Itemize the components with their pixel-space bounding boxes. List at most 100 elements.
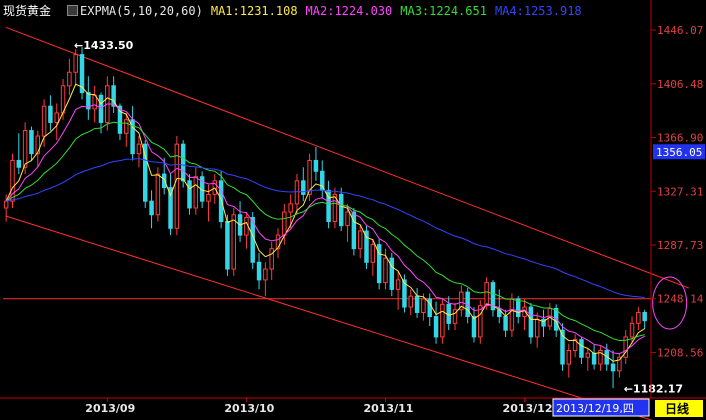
- candle: [345, 203, 350, 242]
- candle: [522, 298, 527, 331]
- candle: [642, 309, 647, 329]
- candle: [598, 346, 603, 371]
- candle-body: [294, 180, 300, 205]
- candle-body: [161, 173, 167, 189]
- candle-body: [98, 94, 104, 123]
- candle: [459, 285, 464, 317]
- candle-body: [29, 130, 34, 155]
- candle: [130, 106, 135, 161]
- candle: [446, 296, 451, 331]
- candle: [357, 225, 363, 259]
- candle: [560, 323, 565, 371]
- candle-body: [35, 135, 41, 155]
- candle: [433, 301, 439, 344]
- x-tick-label: 2013/11: [363, 402, 413, 415]
- candle-body: [433, 316, 439, 338]
- candle: [591, 345, 597, 370]
- channel-lower-line: [6, 215, 653, 420]
- candle: [237, 201, 243, 242]
- cursor-date-label: 2013/12/19,四: [556, 402, 634, 415]
- plot-area[interactable]: [3, 26, 690, 420]
- candle: [263, 262, 268, 297]
- candle-body: [180, 143, 186, 182]
- candle: [48, 95, 53, 131]
- ema-60-line: [6, 158, 645, 299]
- candle: [534, 312, 540, 348]
- candle-body: [282, 211, 287, 236]
- candle-body: [155, 173, 161, 216]
- candle-body: [351, 211, 357, 250]
- candle-body: [389, 257, 395, 290]
- candle-body: [534, 318, 540, 338]
- candle-body: [421, 298, 426, 313]
- candle-body: [41, 105, 47, 137]
- current-price-label: 1356.05: [656, 146, 702, 159]
- candle: [364, 225, 369, 270]
- candle: [617, 353, 622, 378]
- candle: [54, 103, 59, 141]
- candle: [111, 76, 116, 113]
- candle: [338, 187, 344, 232]
- candle: [490, 279, 496, 317]
- candle: [256, 252, 262, 290]
- candle: [269, 241, 274, 280]
- candle-body: [370, 244, 376, 263]
- candle: [149, 190, 154, 229]
- candle-body: [629, 322, 635, 338]
- candle-body: [193, 176, 199, 209]
- y-tick-label: 1327.31: [657, 185, 703, 198]
- candle: [244, 212, 249, 249]
- candle: [528, 302, 534, 344]
- candle-body: [503, 316, 508, 331]
- candle: [376, 239, 382, 290]
- candle-body: [566, 349, 572, 365]
- candle-body: [579, 339, 584, 358]
- chart-window: 现货黄金 EXPMA(5,10,20,60) MA1:1231.108 MA2:122…: [0, 0, 706, 420]
- y-tick-label: 1366.90: [657, 132, 703, 145]
- low-label: ←1182.17: [624, 382, 683, 395]
- candle-body: [16, 159, 22, 168]
- y-tick-label: 1208.56: [657, 346, 703, 359]
- y-tick-label: 1406.48: [657, 78, 703, 91]
- candle: [231, 207, 236, 276]
- candle: [174, 136, 180, 236]
- candle-body: [73, 54, 78, 73]
- candle: [579, 336, 584, 365]
- candle-body: [338, 193, 344, 227]
- candle-body: [591, 352, 597, 365]
- candle: [275, 228, 281, 259]
- candle-body: [124, 119, 129, 134]
- overlay-layer: ←1433.50 ←1182.17: [74, 39, 688, 395]
- candle-body: [440, 303, 445, 338]
- candle: [503, 309, 508, 337]
- candle: [610, 350, 616, 389]
- period-button-label[interactable]: 日线: [665, 401, 689, 416]
- candle: [294, 174, 300, 215]
- price-chart[interactable]: ←1433.50←1182.17 1446.071406.481366.9013…: [0, 0, 706, 420]
- candle: [301, 167, 306, 202]
- candle: [541, 309, 546, 337]
- candle-body: [395, 279, 401, 290]
- candle: [332, 187, 338, 229]
- candle: [16, 133, 22, 175]
- candle-body: [642, 311, 647, 322]
- candle-body: [528, 306, 534, 338]
- candle-body: [149, 200, 154, 216]
- candle: [414, 288, 420, 318]
- candle-body: [225, 221, 230, 270]
- candle-body: [206, 193, 211, 202]
- candle-body: [288, 203, 293, 213]
- candle: [320, 160, 325, 199]
- candle-body: [54, 112, 59, 123]
- candle: [313, 146, 319, 181]
- candle: [497, 289, 502, 324]
- candle-body: [414, 295, 420, 313]
- candle: [585, 347, 591, 371]
- candle-body: [313, 159, 319, 172]
- candle-body: [48, 105, 53, 123]
- candle-body: [136, 143, 142, 155]
- candle-body: [218, 180, 224, 223]
- y-tick-label: 1446.07: [657, 24, 703, 37]
- candle-body: [174, 143, 180, 229]
- candle-body: [263, 268, 268, 281]
